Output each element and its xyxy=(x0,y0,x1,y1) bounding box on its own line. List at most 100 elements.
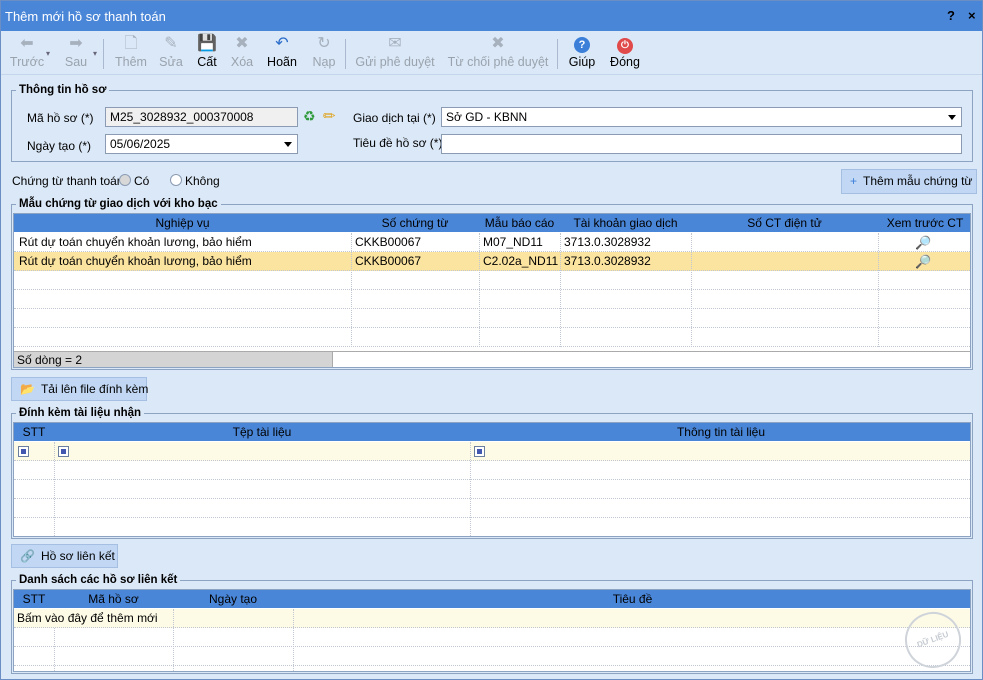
templates-grid: Nghiệp vụ Số chứng từ Mẫu báo cáo Tài kh… xyxy=(13,213,971,368)
col-divider xyxy=(479,233,480,347)
checkbox[interactable] xyxy=(18,446,29,457)
title-field[interactable] xyxy=(441,134,962,154)
col-divider xyxy=(878,233,879,347)
linked-section-title: Danh sách các hồ sơ liên kết xyxy=(16,574,181,586)
power-icon: ⏻ xyxy=(607,34,643,54)
empty-row xyxy=(14,518,970,536)
empty-row xyxy=(14,499,970,518)
col-doc-no[interactable]: Số chứng từ xyxy=(351,216,479,230)
help-button[interactable]: ? Giúp xyxy=(567,34,597,74)
code-field[interactable]: M25_3028932_000370008 xyxy=(105,107,298,127)
empty-row xyxy=(14,647,970,666)
edit-button[interactable]: ✎ Sửa xyxy=(155,34,187,74)
col-stt[interactable]: STT xyxy=(14,425,54,439)
prev-button[interactable]: ⬅ Trước xyxy=(9,34,45,74)
dialog-window: Thêm mới hồ sơ thanh toán ? × ⬅ Trước ▾ … xyxy=(0,0,983,680)
table-row[interactable]: Rút dự toán chuyển khoản lương, bảo hiểm… xyxy=(14,233,970,252)
radio-yes[interactable] xyxy=(119,174,131,186)
folder-upload-icon: 📂 xyxy=(20,382,35,396)
link-icon: 🔗 xyxy=(20,549,35,563)
col-account[interactable]: Tài khoản giao dịch xyxy=(560,216,691,230)
col-title[interactable]: Tiêu đề xyxy=(293,592,970,606)
row-count-text: Số dòng = 2 xyxy=(17,353,83,367)
col-divider xyxy=(54,628,55,671)
close-button[interactable]: ⏻ Đóng xyxy=(607,34,643,74)
envelope-icon: ✉ xyxy=(388,35,402,52)
arrow-right-icon: ➡ xyxy=(69,35,83,52)
upload-attachment-button[interactable]: 📂 Tải lên file đính kèm xyxy=(11,377,148,401)
close-icon[interactable]: × xyxy=(968,8,976,23)
help-icon[interactable]: ? xyxy=(947,8,955,23)
empty-row xyxy=(14,328,970,347)
toolbar: ⬅ Trước ▾ ➡ Sau ▾ 🗋 Thêm ✎ Sửa 💾 Cất ✖ X… xyxy=(1,31,982,75)
linked-files-button[interactable]: 🔗 Hồ sơ liên kết xyxy=(11,544,118,568)
payment-label: Chứng từ thanh toán: xyxy=(12,174,127,188)
col-preview[interactable]: Xem trước CT xyxy=(878,216,970,230)
col-divider xyxy=(470,442,471,536)
arrow-left-icon: ⬅ xyxy=(20,35,34,52)
edit-document-icon: ✎ xyxy=(164,35,178,52)
col-business[interactable]: Nghiệp vụ xyxy=(14,216,351,230)
reload-button[interactable]: ↻ Nạp xyxy=(309,34,339,74)
radio-yes-label: Có xyxy=(134,174,150,188)
empty-row xyxy=(14,628,970,647)
reject-approve-button[interactable]: ✖ Từ chối phê duyệt xyxy=(447,34,549,74)
info-section-title: Thông tin hồ sơ xyxy=(16,84,110,96)
chevron-down-icon[interactable] xyxy=(284,142,292,147)
empty-row xyxy=(14,290,970,309)
refresh-code-icon[interactable]: ♻ xyxy=(303,108,316,125)
radio-no[interactable] xyxy=(170,174,182,186)
col-file-info[interactable]: Thông tin tài liệu xyxy=(470,425,970,439)
save-button[interactable]: 💾 Cất xyxy=(191,34,223,74)
attachments-grid-header: STT Tệp tài liệu Thông tin tài liệu xyxy=(14,423,970,441)
place-label: Giao dịch tại (*) xyxy=(353,111,436,125)
undo-button[interactable]: ↶ Hoãn xyxy=(265,34,299,74)
next-dropdown-icon[interactable]: ▾ xyxy=(93,49,97,58)
add-new-hint[interactable]: Bấm vào đây để thêm mới xyxy=(17,611,158,625)
checkbox[interactable] xyxy=(58,446,69,457)
row-count-bar: Số dòng = 2 xyxy=(14,351,332,367)
preview-doc-icon[interactable]: 🔎 xyxy=(915,254,931,270)
radio-no-label: Không xyxy=(185,174,220,188)
pencil-icon[interactable]: ✏ xyxy=(323,107,336,125)
window-title: Thêm mới hồ sơ thanh toán xyxy=(5,9,166,24)
toolbar-separator xyxy=(103,39,104,69)
send-approve-button[interactable]: ✉ Gửi phê duyệt xyxy=(355,34,435,74)
col-created[interactable]: Ngày tạo xyxy=(173,592,293,606)
templates-grid-header: Nghiệp vụ Số chứng từ Mẫu báo cáo Tài kh… xyxy=(14,214,970,232)
add-template-button[interactable]: + Thêm mẫu chứng từ xyxy=(841,169,977,194)
col-divider xyxy=(293,609,294,671)
linked-grid-header: STT Mã hồ sơ Ngày tạo Tiêu đề xyxy=(14,590,970,608)
col-divider xyxy=(173,609,174,671)
toolbar-separator xyxy=(345,39,346,69)
empty-row xyxy=(14,480,970,499)
refresh-icon: ↻ xyxy=(317,35,331,52)
reject-x-icon: ✖ xyxy=(491,35,505,52)
next-button[interactable]: ➡ Sau xyxy=(59,34,93,74)
checkbox[interactable] xyxy=(474,446,485,457)
col-divider xyxy=(560,233,561,347)
date-field[interactable]: 05/06/2025 xyxy=(105,134,298,154)
col-form[interactable]: Mẫu báo cáo xyxy=(479,216,560,230)
add-new-row[interactable]: Bấm vào đây để thêm mới xyxy=(14,609,970,628)
title-bar: Thêm mới hồ sơ thanh toán ? × xyxy=(1,1,982,31)
new-row[interactable] xyxy=(14,442,970,461)
add-button[interactable]: 🗋 Thêm xyxy=(113,34,149,74)
attachments-section-title: Đính kèm tài liệu nhận xyxy=(16,407,145,419)
table-row-selected[interactable]: Rút dự toán chuyển khoản lương, bảo hiểm… xyxy=(14,252,970,271)
chevron-down-icon[interactable] xyxy=(948,115,956,120)
delete-button[interactable]: ✖ Xóa xyxy=(227,34,257,74)
code-label: Mã hồ sơ (*) xyxy=(27,111,94,125)
col-file[interactable]: Tệp tài liệu xyxy=(54,425,470,439)
linked-grid: STT Mã hồ sơ Ngày tạo Tiêu đề Bấm vào đâ… xyxy=(13,589,971,672)
prev-dropdown-icon[interactable]: ▾ xyxy=(46,49,50,58)
col-stt[interactable]: STT xyxy=(14,592,54,606)
col-code[interactable]: Mã hồ sơ xyxy=(54,592,173,606)
preview-doc-icon[interactable]: 🔎 xyxy=(915,235,931,251)
help-circle-icon: ? xyxy=(567,34,597,54)
col-edoc[interactable]: Số CT điện tử xyxy=(691,216,878,230)
footer-filler xyxy=(332,351,970,367)
plus-icon: + xyxy=(850,174,858,188)
new-document-icon: 🗋 xyxy=(124,35,138,52)
place-select[interactable]: Sở GD - KBNN xyxy=(441,107,962,127)
